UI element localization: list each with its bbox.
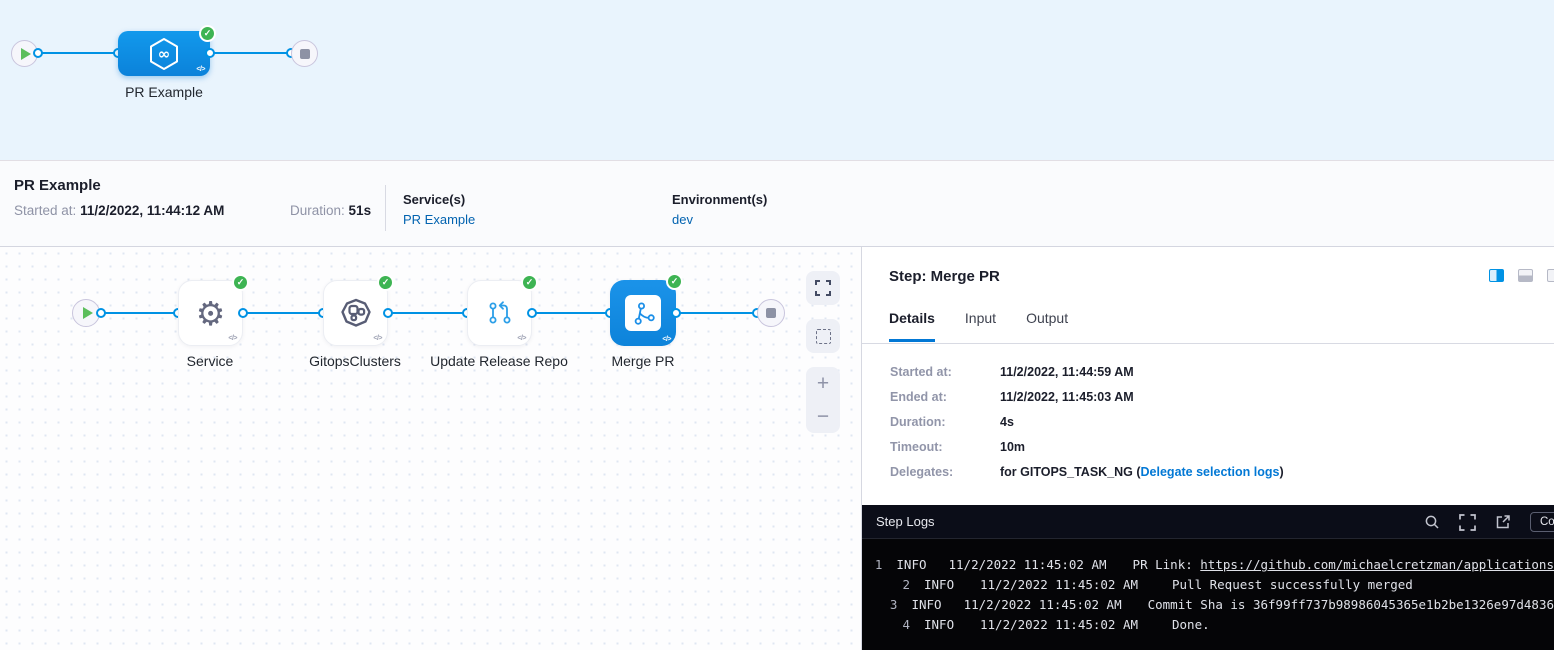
success-check-icon: ✓ (521, 274, 538, 291)
stop-icon (766, 308, 776, 318)
code-icon: </> (373, 335, 382, 342)
delegate-selection-logs-link[interactable]: Delegate selection logs (1141, 465, 1280, 479)
step-node-update-release-repo[interactable]: ✓ </> (467, 280, 532, 346)
search-icon[interactable] (1424, 514, 1440, 530)
step-logs-title: Step Logs (876, 514, 935, 529)
execution-graph-canvas[interactable]: ⚙ ✓ </> Service ✓ </> GitopsClusters (0, 247, 862, 650)
divider (385, 185, 386, 231)
detail-row: Ended at: 11/2/2022, 11:45:03 AM (890, 390, 1284, 404)
code-icon: </> (517, 335, 526, 342)
step-logs-console[interactable]: 1 INFO 11/2/2022 11:45:02 AM PR Link: ht… (862, 539, 1554, 650)
layout-split-alt-icon[interactable] (1547, 269, 1554, 282)
stop-icon (300, 49, 310, 59)
open-in-new-tab-icon[interactable] (1495, 514, 1511, 530)
code-icon: </> (196, 66, 205, 73)
stage-node-pr-example[interactable]: ∞ ✓ </> (118, 31, 210, 76)
duration: Duration: 51s (290, 203, 371, 218)
step-node-service[interactable]: ⚙ ✓ </> (178, 280, 243, 346)
panel-layout-toggles (1489, 269, 1554, 282)
step-details-list: Started at: 11/2/2022, 11:44:59 AM Ended… (890, 365, 1284, 490)
success-check-icon: ✓ (232, 274, 249, 291)
execution-title: PR Example (14, 177, 101, 194)
step-tabs: Details Input Output (889, 310, 1068, 342)
connector-port (205, 48, 215, 58)
log-line: 4 INFO 11/2/2022 11:45:02 AM Done. (862, 615, 1554, 635)
graph-end-node[interactable] (757, 299, 785, 327)
step-node-label: Update Release Repo (429, 353, 569, 369)
console-view-button[interactable]: Console View (1530, 512, 1554, 532)
play-icon (21, 48, 31, 60)
git-branch-icon (625, 295, 661, 331)
started-at: Started at: 11/2/2022, 11:44:12 AM (14, 203, 224, 218)
environments-link[interactable]: dev (672, 212, 767, 227)
pipeline-overview-strip: ∞ ✓ </> PR Example (0, 0, 1554, 161)
code-icon: </> (228, 335, 237, 342)
log-line: 3 INFO 11/2/2022 11:45:02 AM Commit Sha … (862, 595, 1554, 615)
layout-split-bottom-icon[interactable] (1518, 269, 1533, 282)
connector-line (38, 52, 118, 54)
step-node-gitopsclusters[interactable]: ✓ </> (323, 280, 388, 346)
fullscreen-icon (815, 280, 831, 296)
log-line: 2 INFO 11/2/2022 11:45:02 AM Pull Reques… (862, 575, 1554, 595)
step-logs-actions: Console View (1424, 505, 1554, 539)
stage-node-label: PR Example (98, 84, 230, 100)
detail-row: Duration: 4s (890, 415, 1284, 429)
detail-row: Started at: 11/2/2022, 11:44:59 AM (890, 365, 1284, 379)
step-logs-section: Step Logs Console View (862, 505, 1554, 650)
services-block: Service(s) PR Example (403, 192, 475, 227)
environments-block: Environment(s) dev (672, 192, 767, 227)
log-line: 1 INFO 11/2/2022 11:45:02 AM PR Link: ht… (862, 555, 1554, 575)
fit-to-screen-button[interactable] (806, 271, 840, 305)
expand-logs-icon[interactable] (1459, 514, 1476, 531)
success-check-icon: ✓ (666, 273, 683, 290)
services-label: Service(s) (403, 192, 475, 207)
success-check-icon: ✓ (377, 274, 394, 291)
step-node-label: Service (140, 353, 280, 369)
marquee-select-button[interactable] (806, 319, 840, 353)
step-logs-header: Step Logs Console View (862, 505, 1554, 539)
zoom-controls: + − (806, 367, 840, 433)
zoom-out-button[interactable]: − (817, 406, 829, 427)
tab-output[interactable]: Output (1026, 310, 1068, 342)
step-node-label: GitopsClusters (285, 353, 425, 369)
step-node-merge-pr[interactable]: ✓ </> (610, 280, 676, 346)
step-node-label: Merge PR (573, 353, 713, 369)
layout-split-right-icon[interactable] (1489, 269, 1504, 282)
execution-info-bar: PR Example Started at: 11/2/2022, 11:44:… (0, 161, 1554, 247)
step-panel-title: Step: Merge PR (889, 268, 1000, 285)
tab-input[interactable]: Input (965, 310, 996, 342)
services-link[interactable]: PR Example (403, 212, 475, 227)
play-icon (83, 307, 93, 319)
marquee-icon (816, 329, 831, 344)
environments-label: Environment(s) (672, 192, 767, 207)
pipeline-end-node[interactable] (291, 40, 318, 67)
connector-line (210, 52, 291, 54)
divider (862, 343, 1554, 344)
success-check-icon: ✓ (199, 25, 216, 42)
connector-port (33, 48, 43, 58)
zoom-in-button[interactable]: + (817, 373, 829, 394)
pr-link[interactable]: https://github.com/michaelcretzman/appli… (1200, 557, 1554, 572)
code-icon: </> (662, 336, 671, 343)
detail-row: Delegates: for GITOPS_TASK_NG (Delegate … (890, 465, 1284, 479)
step-details-panel: Step: Merge PR Details Input Output Star… (862, 247, 1554, 650)
tab-details[interactable]: Details (889, 310, 935, 342)
svg-text:∞: ∞ (158, 45, 171, 63)
detail-row: Timeout: 10m (890, 440, 1284, 454)
